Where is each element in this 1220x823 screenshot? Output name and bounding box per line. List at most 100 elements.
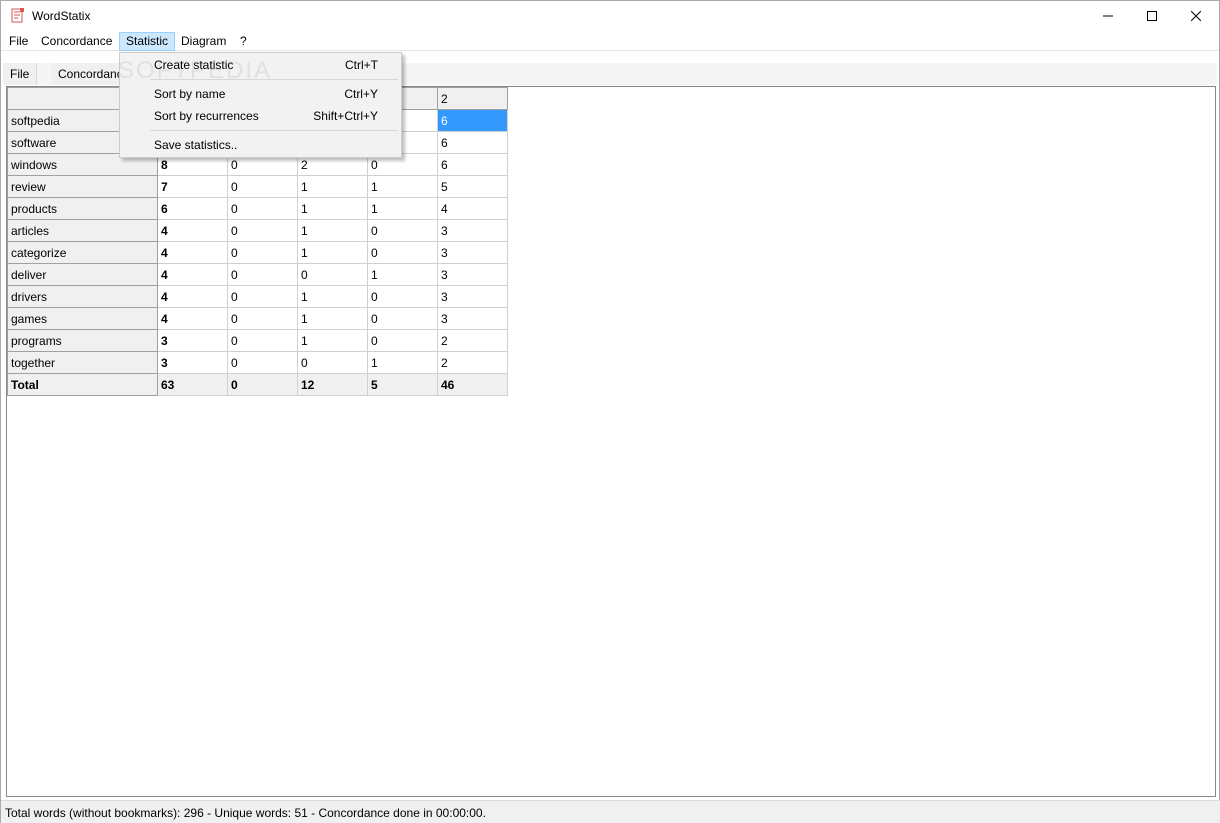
table-cell[interactable]: 12	[297, 373, 368, 396]
table-cell[interactable]: 0	[367, 329, 438, 352]
table-cell[interactable]: 1	[367, 263, 438, 286]
app-icon	[11, 8, 25, 24]
table-cell[interactable]: 4	[157, 307, 228, 330]
menu-separator	[150, 79, 398, 80]
table-row: programs 3 0 1 0 2	[7, 329, 508, 352]
table-cell[interactable]: 4	[157, 263, 228, 286]
menu-diagram[interactable]: Diagram	[175, 32, 232, 51]
table-cell[interactable]: 1	[297, 307, 368, 330]
table-cell[interactable]: 0	[227, 285, 298, 308]
menuitem-create-statistic[interactable]: Create statistic Ctrl+T	[121, 54, 400, 76]
app-window: WordStatix File Concordance Statistic Di…	[0, 0, 1220, 823]
menu-statistic[interactable]: Statistic	[119, 32, 176, 51]
menuitem-sort-by-name[interactable]: Sort by name Ctrl+Y	[121, 83, 400, 105]
close-button[interactable]	[1173, 1, 1219, 31]
table-cell[interactable]: 6	[437, 131, 508, 154]
table-cell[interactable]: 0	[297, 263, 368, 286]
table-cell[interactable]: 0	[367, 307, 438, 330]
row-header-word[interactable]: programs	[7, 329, 158, 352]
menuitem-sort-by-recurrences[interactable]: Sort by recurrences Shift+Ctrl+Y	[121, 105, 400, 127]
row-header-word[interactable]: together	[7, 351, 158, 374]
table-cell[interactable]: 6	[437, 109, 508, 132]
table-cell[interactable]: 0	[227, 263, 298, 286]
menu-bar: File Concordance Statistic Diagram ?	[1, 31, 1219, 51]
table-row: games 4 0 1 0 3	[7, 307, 508, 330]
menuitem-label: Save statistics..	[154, 138, 238, 152]
table-cell[interactable]: 3	[157, 329, 228, 352]
table-row: deliver 4 0 0 1 3	[7, 263, 508, 286]
table-row: review 7 0 1 1 5	[7, 175, 508, 198]
row-header-word[interactable]: articles	[7, 219, 158, 242]
table-cell[interactable]: 4	[437, 197, 508, 220]
status-text: Total words (without bookmarks): 296 - U…	[5, 806, 486, 820]
maximize-icon	[1147, 11, 1157, 21]
table-cell[interactable]: 6	[157, 197, 228, 220]
table-cell[interactable]: 1	[297, 241, 368, 264]
maximize-button[interactable]	[1129, 1, 1175, 31]
table-cell[interactable]: 0	[227, 175, 298, 198]
table-cell[interactable]: 0	[227, 329, 298, 352]
table-cell[interactable]: 1	[367, 197, 438, 220]
table-cell[interactable]: 1	[297, 285, 368, 308]
row-header-word[interactable]: products	[7, 197, 158, 220]
table-cell[interactable]: 0	[227, 241, 298, 264]
row-header-word[interactable]: review	[7, 175, 158, 198]
table-cell[interactable]: 0	[227, 373, 298, 396]
table-cell[interactable]: 3	[437, 241, 508, 264]
table-cell[interactable]: 46	[437, 373, 508, 396]
statistic-dropdown-menu: Create statistic Ctrl+T Sort by name Ctr…	[119, 52, 402, 158]
table-cell[interactable]: 0	[367, 285, 438, 308]
table-cell[interactable]: 3	[437, 307, 508, 330]
table-cell[interactable]: 1	[367, 175, 438, 198]
table-cell[interactable]: 4	[157, 241, 228, 264]
statistics-grid[interactable]: 2 softpedia 6 software 6 windows 8 0 2 0 6 review 7…	[6, 86, 1216, 797]
table-cell[interactable]: 5	[437, 175, 508, 198]
total-label[interactable]: Total	[7, 373, 158, 396]
close-icon	[1191, 11, 1201, 21]
table-cell[interactable]: 4	[157, 219, 228, 242]
table-cell[interactable]: 1	[297, 329, 368, 352]
table-cell[interactable]: 4	[157, 285, 228, 308]
minimize-button[interactable]	[1085, 1, 1131, 31]
menuitem-label: Create statistic	[154, 58, 234, 72]
table-cell[interactable]: 1	[297, 219, 368, 242]
table-cell[interactable]: 0	[367, 241, 438, 264]
table-cell[interactable]: 3	[437, 219, 508, 242]
window-title: WordStatix	[32, 9, 91, 23]
table-cell[interactable]: 3	[157, 351, 228, 374]
table-cell[interactable]: 1	[367, 351, 438, 374]
menuitem-label: Sort by recurrences	[154, 109, 259, 123]
menuitem-save-statistics[interactable]: Save statistics..	[121, 134, 400, 156]
table-cell[interactable]: 0	[227, 197, 298, 220]
menu-file[interactable]: File	[3, 32, 34, 51]
table-cell[interactable]: 0	[297, 351, 368, 374]
table-cell[interactable]: 6	[437, 153, 508, 176]
row-header-word[interactable]: deliver	[7, 263, 158, 286]
table-cell[interactable]: 2	[437, 351, 508, 374]
total-row: Total 63 0 12 5 46	[7, 373, 508, 396]
column-header[interactable]: 2	[437, 87, 508, 110]
table-row: categorize 4 0 1 0 3	[7, 241, 508, 264]
subtab-file[interactable]: File	[3, 63, 38, 85]
table-cell[interactable]: 0	[367, 219, 438, 242]
row-header-word[interactable]: categorize	[7, 241, 158, 264]
menu-concordance[interactable]: Concordance	[35, 32, 118, 51]
status-bar: Total words (without bookmarks): 296 - U…	[1, 800, 1220, 823]
menu-help[interactable]: ?	[234, 32, 253, 51]
table-cell[interactable]: 1	[297, 175, 368, 198]
table-cell[interactable]: 0	[227, 307, 298, 330]
table-row: articles 4 0 1 0 3	[7, 219, 508, 242]
table-cell[interactable]: 3	[437, 263, 508, 286]
table-cell[interactable]: 0	[227, 351, 298, 374]
row-header-word[interactable]: games	[7, 307, 158, 330]
row-header-word[interactable]: drivers	[7, 285, 158, 308]
table-cell[interactable]: 63	[157, 373, 228, 396]
table-cell[interactable]: 3	[437, 285, 508, 308]
table-cell[interactable]: 7	[157, 175, 228, 198]
menu-separator	[150, 130, 398, 131]
table-cell[interactable]: 1	[297, 197, 368, 220]
title-bar[interactable]: WordStatix	[1, 1, 1219, 31]
table-cell[interactable]: 0	[227, 219, 298, 242]
table-cell[interactable]: 5	[367, 373, 438, 396]
table-cell[interactable]: 2	[437, 329, 508, 352]
